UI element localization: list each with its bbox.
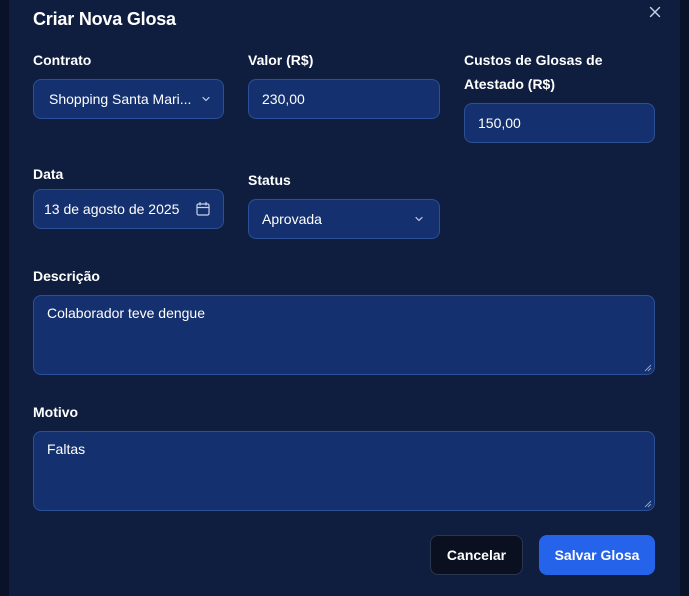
valor-input[interactable]: 230,00	[248, 79, 440, 119]
contrato-select[interactable]: Shopping Santa Mari...	[33, 79, 224, 119]
custos-value: 150,00	[478, 115, 521, 131]
save-glosa-button[interactable]: Salvar Glosa	[539, 535, 655, 575]
descricao-textarea[interactable]: Colaborador teve dengue	[33, 295, 655, 375]
calendar-icon[interactable]	[195, 201, 211, 217]
motivo-label: Motivo	[33, 404, 79, 420]
custos-label-line1: Custos de Glosas de	[464, 52, 603, 68]
valor-label: Valor (R$)	[248, 52, 314, 68]
close-button[interactable]	[647, 4, 663, 20]
motivo-value: Faltas	[47, 441, 86, 457]
custos-label-line2: Atestado (R$)	[464, 76, 556, 92]
chevron-down-icon	[415, 216, 423, 222]
descricao-label: Descrição	[33, 268, 100, 284]
motivo-textarea[interactable]: Faltas	[33, 431, 655, 511]
create-glosa-dialog: Criar Nova Glosa Contrato Shopping Santa…	[9, 0, 680, 596]
valor-value: 230,00	[262, 91, 305, 107]
cancel-button[interactable]: Cancelar	[430, 535, 523, 575]
status-select[interactable]: Aprovada	[248, 199, 440, 239]
custos-input[interactable]: 150,00	[464, 103, 655, 143]
close-icon	[649, 6, 661, 18]
data-label: Data	[33, 166, 64, 182]
contrato-value: Shopping Santa Mari...	[49, 91, 192, 107]
descricao-value: Colaborador teve dengue	[47, 305, 206, 321]
resize-grip-icon[interactable]	[644, 500, 652, 508]
data-value: 13 de agosto de 2025	[44, 201, 180, 217]
data-date-input[interactable]: 13 de agosto de 2025	[33, 189, 224, 229]
chevron-down-icon	[202, 96, 210, 102]
dialog-title: Criar Nova Glosa	[33, 9, 176, 29]
resize-grip-icon[interactable]	[644, 364, 652, 372]
status-value: Aprovada	[262, 211, 322, 227]
contrato-label: Contrato	[33, 52, 92, 68]
status-label: Status	[248, 172, 291, 188]
